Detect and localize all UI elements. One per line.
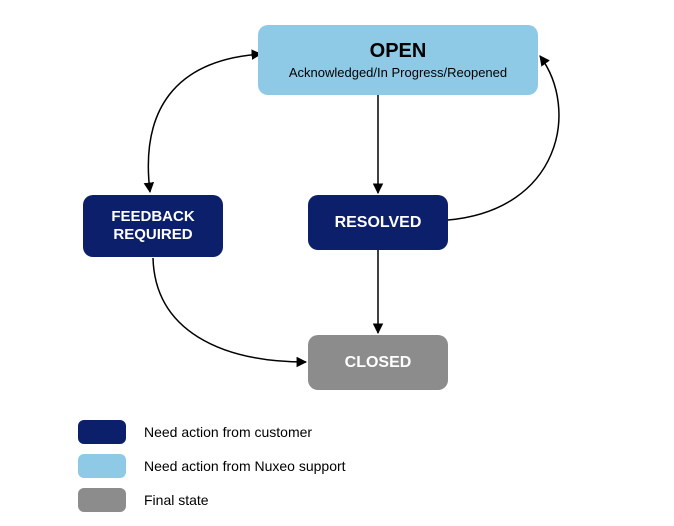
legend-swatch-customer — [78, 420, 126, 444]
state-closed: CLOSED — [308, 335, 448, 390]
state-closed-title: CLOSED — [345, 354, 412, 372]
state-feedback-line1: FEEDBACK — [111, 208, 194, 226]
legend-item: Final state — [78, 488, 346, 512]
state-feedback-line2: REQUIRED — [113, 226, 192, 244]
legend-item: Need action from customer — [78, 420, 346, 444]
legend-label: Need action from customer — [144, 424, 312, 440]
state-open-subtitle: Acknowledged/In Progress/Reopened — [289, 65, 507, 80]
legend-swatch-final — [78, 488, 126, 512]
state-open: OPEN Acknowledged/In Progress/Reopened — [258, 25, 538, 95]
state-open-title: OPEN — [370, 40, 427, 63]
legend-item: Need action from Nuxeo support — [78, 454, 346, 478]
legend-label: Need action from Nuxeo support — [144, 458, 346, 474]
legend-label: Final state — [144, 492, 209, 508]
state-resolved-title: RESOLVED — [335, 214, 422, 232]
legend: Need action from customer Need action fr… — [78, 420, 346, 522]
state-feedback-required: FEEDBACK REQUIRED — [83, 195, 223, 257]
legend-swatch-support — [78, 454, 126, 478]
state-resolved: RESOLVED — [308, 195, 448, 250]
